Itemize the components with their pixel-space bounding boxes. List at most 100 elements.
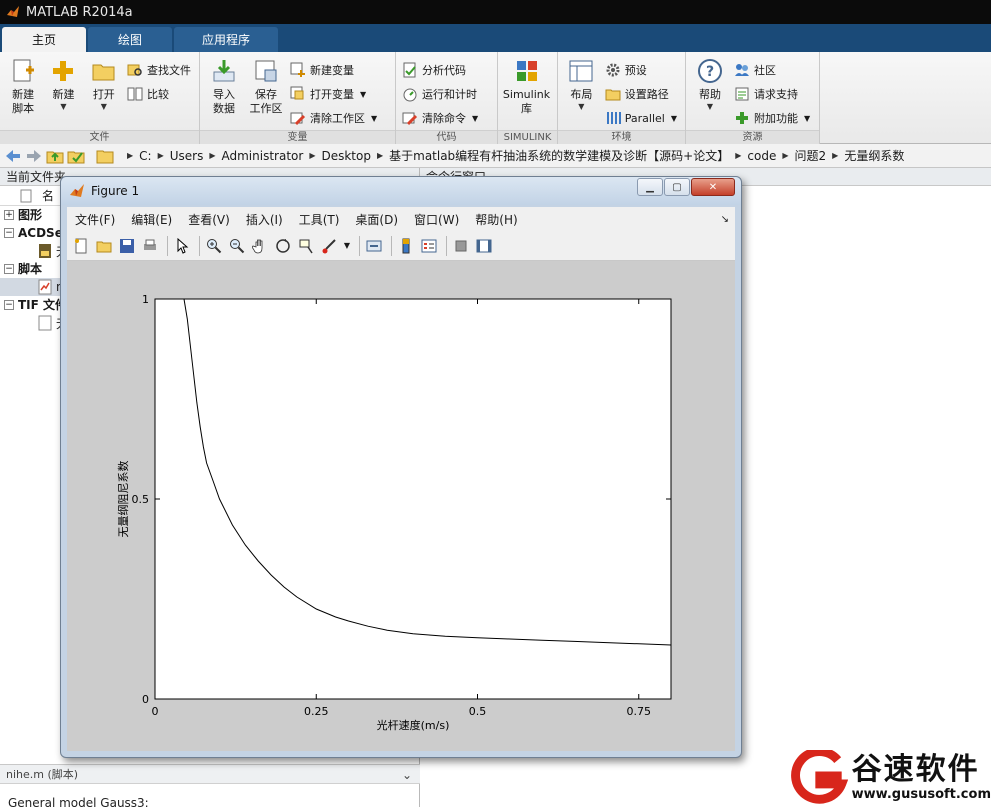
menu-view[interactable]: 查看(V) bbox=[180, 211, 238, 228]
menu-insert[interactable]: 插入(I) bbox=[238, 211, 291, 228]
figure-canvas[interactable]: 0 0.25 0.5 0.75 0 0.5 1 光杆速度(m/s) 无量纲阻尼系数 bbox=[67, 261, 735, 751]
breadcrumb-separator-icon[interactable]: ▶ bbox=[156, 151, 166, 160]
colorbar-icon bbox=[402, 238, 410, 253]
x-axis-label: 光杆速度(m/s) bbox=[377, 718, 450, 732]
brush-button[interactable] bbox=[319, 236, 339, 256]
zoom-out-button[interactable] bbox=[227, 236, 247, 256]
run-and-time-label: 运行和计时 bbox=[422, 88, 477, 101]
new-variable-button[interactable]: 新建变量 bbox=[290, 58, 381, 82]
axes-box[interactable] bbox=[154, 298, 672, 700]
collapse-icon[interactable]: − bbox=[4, 264, 14, 274]
dock-arrow-icon[interactable]: ↘ bbox=[721, 214, 729, 225]
hide-plot-tools-button[interactable] bbox=[451, 236, 471, 256]
chevron-down-icon[interactable]: ⌄ bbox=[402, 765, 412, 785]
add-ons-button[interactable]: 附加功能 ▼ bbox=[734, 106, 814, 130]
collapse-icon[interactable]: − bbox=[4, 228, 14, 238]
analyze-code-button[interactable]: 分析代码 bbox=[402, 58, 482, 82]
browse-folder-icon[interactable] bbox=[67, 148, 85, 164]
zoom-in-button[interactable] bbox=[204, 236, 224, 256]
figure-titlebar[interactable]: Figure 1 ▁ ▢ ✕ bbox=[61, 177, 741, 205]
data-cursor-button[interactable] bbox=[296, 236, 316, 256]
find-files-label: 查找文件 bbox=[146, 64, 191, 77]
simulink-library-icon bbox=[516, 61, 537, 81]
menu-desktop[interactable]: 桌面(D) bbox=[347, 211, 406, 228]
breadcrumb-item[interactable]: C: bbox=[135, 149, 155, 163]
request-support-button[interactable]: 请求支持 bbox=[734, 82, 814, 106]
group-label-simulink: SIMULINK bbox=[498, 130, 557, 144]
breadcrumb-item[interactable]: code bbox=[743, 149, 780, 163]
menu-file[interactable]: 文件(F) bbox=[67, 211, 123, 228]
tab-home[interactable]: 主页 bbox=[2, 27, 86, 52]
current-folder-icon bbox=[96, 150, 114, 163]
insert-colorbar-button[interactable] bbox=[396, 236, 416, 256]
parallel-button[interactable]: Parallel ▼ bbox=[605, 106, 681, 130]
print-icon bbox=[144, 239, 156, 250]
compare-button[interactable]: 比较 bbox=[127, 82, 195, 106]
clear-commands-button[interactable]: 清除命令 ▼ bbox=[402, 106, 482, 130]
show-plot-tools-button[interactable] bbox=[474, 236, 494, 256]
edit-plot-button[interactable] bbox=[172, 236, 192, 256]
details-header[interactable]: nihe.m (脚本) ⌄ bbox=[0, 764, 420, 784]
clear-workspace-button[interactable]: 清除工作区 ▼ bbox=[290, 106, 381, 130]
line-plot[interactable]: 0 0.25 0.5 0.75 0 0.5 1 光杆速度(m/s) 无量纲阻尼系数 bbox=[67, 261, 735, 751]
tab-apps[interactable]: 应用程序 bbox=[174, 27, 278, 52]
brush-dropdown[interactable]: ▼ bbox=[342, 236, 352, 256]
forward-arrow-icon[interactable] bbox=[25, 148, 43, 164]
tab-plots[interactable]: 绘图 bbox=[88, 27, 172, 52]
maximize-button[interactable]: ▢ bbox=[664, 178, 690, 196]
breadcrumb-item[interactable]: 无量纲系数 bbox=[840, 147, 908, 164]
layout-label: 布局 bbox=[570, 88, 593, 101]
open-variable-button[interactable]: 打开变量 ▼ bbox=[290, 82, 381, 106]
analyze-code-label: 分析代码 bbox=[422, 64, 466, 77]
preferences-button[interactable]: 预设 bbox=[605, 58, 681, 82]
menu-tools[interactable]: 工具(T) bbox=[291, 211, 348, 228]
figure-toolbar: ▼ bbox=[67, 231, 735, 261]
find-files-button[interactable]: 查找文件 bbox=[127, 58, 195, 82]
watermark-url: www.gususoft.com bbox=[851, 786, 991, 802]
breadcrumb-item[interactable]: 问题2 bbox=[791, 147, 831, 164]
community-button[interactable]: 社区 bbox=[734, 58, 814, 82]
set-path-button[interactable]: 设置路径 bbox=[605, 82, 681, 106]
link-plot-button[interactable] bbox=[364, 236, 384, 256]
address-bar: ▶ C: ▶ Users ▶ Administrator ▶ Desktop ▶ 基于matlab… bbox=[0, 144, 991, 168]
breadcrumb-separator-icon[interactable]: ▶ bbox=[307, 151, 317, 160]
breadcrumb-item[interactable]: Users bbox=[166, 149, 208, 163]
minimize-button[interactable]: ▁ bbox=[637, 178, 663, 196]
menu-window[interactable]: 窗口(W) bbox=[406, 211, 467, 228]
insert-legend-button[interactable] bbox=[419, 236, 439, 256]
breadcrumb-separator-icon[interactable]: ▶ bbox=[375, 151, 385, 160]
collapse-icon[interactable]: − bbox=[4, 300, 14, 310]
close-button[interactable]: ✕ bbox=[691, 178, 735, 196]
analyze-code-icon bbox=[403, 62, 416, 78]
save-figure-button[interactable] bbox=[117, 236, 137, 256]
app-title: MATLAB R2014a bbox=[26, 4, 133, 20]
menu-help[interactable]: 帮助(H) bbox=[467, 211, 525, 228]
breadcrumb-item[interactable]: Administrator bbox=[218, 149, 308, 163]
breadcrumb-separator-icon[interactable]: ▶ bbox=[733, 151, 743, 160]
pan-button[interactable] bbox=[250, 236, 270, 256]
expand-icon[interactable]: + bbox=[4, 210, 14, 220]
back-arrow-icon[interactable] bbox=[4, 148, 22, 164]
svg-text:?: ? bbox=[706, 64, 714, 80]
new-figure-button[interactable] bbox=[71, 236, 91, 256]
brush-dropdown-caret-icon: ▼ bbox=[343, 241, 351, 250]
rotate-3d-button[interactable] bbox=[273, 236, 293, 256]
up-folder-icon[interactable] bbox=[46, 148, 64, 164]
breadcrumb-item[interactable]: 基于matlab编程有杆抽油系统的数学建模及诊断【源码+论文】 bbox=[385, 147, 733, 164]
help-icon: ? bbox=[698, 59, 722, 83]
breadcrumb-separator-icon[interactable]: ▶ bbox=[207, 151, 217, 160]
breadcrumb-item[interactable]: Desktop bbox=[317, 149, 375, 163]
figure-window: Figure 1 ▁ ▢ ✕ 文件(F) 编辑(E) 查看(V) 插入(I) 工… bbox=[60, 176, 742, 758]
add-ons-icon bbox=[736, 112, 748, 124]
breadcrumb-separator-icon[interactable]: ▶ bbox=[780, 151, 790, 160]
matlab-logo-icon bbox=[7, 6, 19, 17]
print-figure-button[interactable] bbox=[140, 236, 160, 256]
set-path-icon bbox=[605, 89, 621, 101]
menu-edit[interactable]: 编辑(E) bbox=[123, 211, 180, 228]
breadcrumb-separator-icon[interactable]: ▶ bbox=[830, 151, 840, 160]
run-and-time-button[interactable]: 运行和计时 bbox=[402, 82, 482, 106]
breadcrumb-separator-icon[interactable]: ▶ bbox=[125, 151, 135, 160]
parallel-label: Parallel bbox=[624, 111, 665, 125]
open-file-button[interactable] bbox=[94, 236, 114, 256]
ribbon-group-variable: 导入 数据 保存 工作区 新建变量 打开变量 ▼ 清除工作区 ▼ 变量 bbox=[200, 52, 396, 144]
